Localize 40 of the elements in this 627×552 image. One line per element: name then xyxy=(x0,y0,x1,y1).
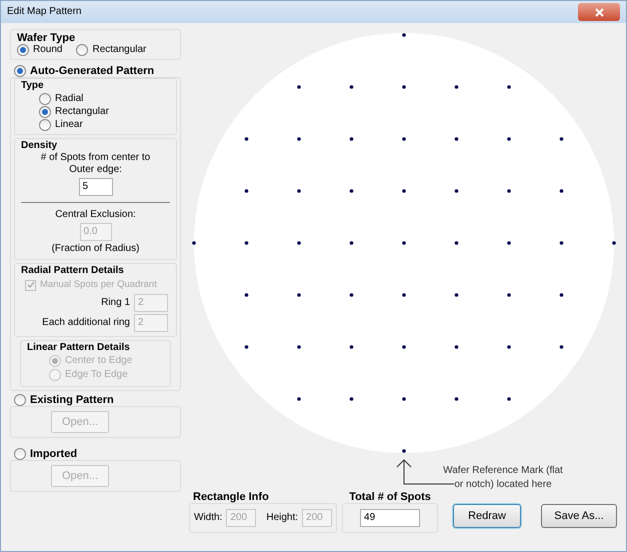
group-title: Wafer Type xyxy=(17,32,76,44)
group-title: Density xyxy=(21,140,58,152)
radio-label: Round xyxy=(33,44,62,56)
radio-label: Existing Pattern xyxy=(30,394,114,406)
spots-label: # of Spots from center to Outer edge: xyxy=(40,152,150,176)
radio-button[interactable] xyxy=(39,92,51,104)
reference-note: Wafer Reference Mark (flat or notch) located here xyxy=(442,464,564,492)
exclusion-note: (Fraction of Radius) xyxy=(52,243,140,255)
radio-label: Radial xyxy=(55,92,84,104)
radio-label: Auto-Generated Pattern xyxy=(30,65,154,77)
radio-label: Edge To Edge xyxy=(65,369,128,381)
group-title: Total # of Spots xyxy=(348,491,432,503)
radio-button[interactable] xyxy=(17,44,29,56)
total-spots-field[interactable]: 49 xyxy=(360,509,420,527)
dialog-button[interactable]: Save As... xyxy=(541,504,618,528)
group-title: Radial Pattern Details xyxy=(21,265,125,277)
ring-label: Each additional ring xyxy=(42,317,130,329)
radio-button[interactable] xyxy=(14,65,26,77)
spots-field[interactable]: 5 xyxy=(78,178,112,196)
dialog-button[interactable]: Redraw xyxy=(453,504,522,528)
group-title: Rectangle Info xyxy=(192,491,270,503)
radio-button[interactable] xyxy=(39,118,51,130)
radio-label: Center to Edge xyxy=(65,355,132,367)
radio-label: Rectangular xyxy=(55,106,109,118)
close-icon xyxy=(594,8,604,16)
width-label: Width: xyxy=(194,512,222,524)
radio-button[interactable] xyxy=(39,106,51,118)
group-title: Type xyxy=(21,80,45,92)
radio-button[interactable] xyxy=(76,44,88,56)
group-title: Linear Pattern Details xyxy=(27,342,131,354)
check-icon xyxy=(26,281,34,289)
height-label: Height: xyxy=(266,512,298,524)
window-title: Edit Map Pattern xyxy=(7,6,82,18)
radio-label: Imported xyxy=(30,448,78,460)
close-button[interactable] xyxy=(578,3,620,21)
radio-label: Rectangular xyxy=(92,44,146,56)
ring-label: Ring 1 xyxy=(101,297,130,309)
exclusion-label: Central Exclusion: xyxy=(55,209,136,221)
radio-label: Linear xyxy=(55,118,83,130)
checkbox-label: Manual Spots per Quadrant xyxy=(40,279,157,291)
